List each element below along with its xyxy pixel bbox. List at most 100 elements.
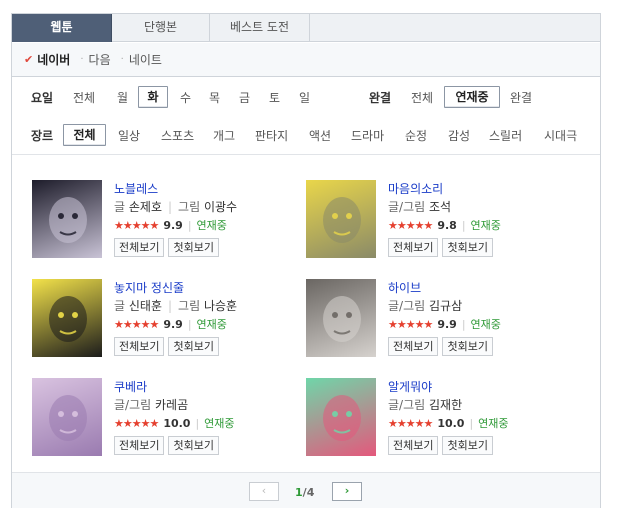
genre-emotional[interactable]: 감성	[448, 127, 470, 144]
divider: |	[461, 218, 466, 232]
chevron-right-icon: ›	[344, 484, 350, 497]
comic-title-link[interactable]: 노블레스	[114, 180, 158, 197]
completion-filter-label: 완결	[369, 90, 392, 105]
tab-best-challenge[interactable]: 베스트 도전	[210, 14, 310, 42]
view-all-button[interactable]: 전체보기	[114, 436, 165, 455]
rating-score: 10.0	[163, 416, 191, 430]
divider: |	[168, 299, 173, 313]
tab-book[interactable]: 단행본	[112, 14, 210, 42]
genre-daily[interactable]: 일상	[118, 127, 140, 144]
view-all-button[interactable]: 전체보기	[388, 436, 439, 455]
writer-label: 글/그림	[388, 398, 426, 412]
genre-all[interactable]: 전체	[63, 124, 106, 146]
writer-label: 글	[114, 200, 126, 214]
comic-title-link[interactable]: 하이브	[388, 279, 421, 296]
genre-drama[interactable]: 드라마	[351, 127, 384, 144]
comic-card: 하이브 글/그림 김규삼 ★★★★★ 9.9 | 연재중 전체보기 첫회보기	[306, 279, 576, 365]
comic-title-link[interactable]: 알게뭐야	[388, 378, 432, 395]
comic-credits: 글/그림 조석	[388, 198, 451, 215]
day-filter-label: 요일	[31, 90, 54, 105]
bullet-icon: ·	[120, 54, 124, 65]
total-pages: 4	[306, 486, 315, 499]
genre-historical[interactable]: 시대극	[544, 127, 577, 144]
genre-gag[interactable]: 개그	[213, 127, 235, 144]
status-badge: 연재중	[196, 219, 227, 232]
star-rating-icon: ★★★★★	[114, 416, 159, 430]
thumbnail-art	[323, 197, 361, 243]
hive-thumbnail[interactable]	[306, 279, 376, 357]
day-tue[interactable]: 화	[138, 86, 168, 108]
comic-card: 쿠베라 글/그림 카레곰 ★★★★★ 10.0 | 연재중 전체보기 첫회보기	[32, 378, 302, 464]
portal-nate[interactable]: 네이트	[129, 51, 162, 68]
day-wed[interactable]: 수	[180, 89, 191, 106]
comic-card: 놓지마 정신줄 글 신태훈 | 그림 나승훈 ★★★★★ 9.9 | 연재중 전체보기 첫회보기	[32, 279, 302, 365]
day-mon[interactable]: 월	[117, 89, 128, 106]
comic-title-link[interactable]: 놓지마 정신줄	[114, 279, 184, 296]
day-fri[interactable]: 금	[239, 89, 250, 106]
genre-romance[interactable]: 순정	[405, 127, 427, 144]
writer-name: 카레곰	[155, 398, 189, 412]
divider: |	[187, 218, 192, 232]
first-episode-button[interactable]: 첫회보기	[168, 436, 219, 455]
thumbnail-art	[323, 296, 361, 342]
genre-thriller[interactable]: 스릴러	[489, 127, 522, 144]
divider: |	[168, 200, 173, 214]
completion-ongoing[interactable]: 연재중	[444, 86, 500, 108]
algemwoya-thumbnail[interactable]	[306, 378, 376, 456]
artist-label: 그림	[178, 299, 201, 313]
completion-finished[interactable]: 완결	[510, 89, 532, 106]
status-badge: 연재중	[204, 417, 235, 430]
genre-filter-label: 장르	[31, 128, 54, 143]
star-rating-icon: ★★★★★	[114, 317, 159, 331]
noblesse-thumbnail[interactable]	[32, 180, 102, 258]
day-thu[interactable]: 목	[209, 89, 220, 106]
view-all-button[interactable]: 전체보기	[388, 238, 439, 257]
portal-daum[interactable]: 다음	[89, 51, 111, 68]
comic-title-link[interactable]: 마음의소리	[388, 180, 443, 197]
portal-naver[interactable]: 네이버	[37, 51, 70, 68]
comic-actions: 전체보기 첫회보기	[114, 436, 219, 455]
completion-all[interactable]: 전체	[411, 89, 433, 106]
kubera-thumbnail[interactable]	[32, 378, 102, 456]
status-badge: 연재중	[470, 219, 501, 232]
comic-rating: ★★★★★ 10.0 | 연재중	[388, 415, 509, 431]
current-page: 1	[295, 486, 303, 499]
prev-page-button[interactable]: ‹	[249, 482, 279, 501]
first-episode-button[interactable]: 첫회보기	[168, 238, 219, 257]
first-episode-button[interactable]: 첫회보기	[168, 337, 219, 356]
maeum-thumbnail[interactable]	[306, 180, 376, 258]
first-episode-button[interactable]: 첫회보기	[442, 337, 493, 356]
comic-title-link[interactable]: 쿠베라	[114, 378, 147, 395]
day-sat[interactable]: 토	[269, 89, 280, 106]
rating-score: 9.9	[163, 218, 183, 232]
jungsinjul-thumbnail[interactable]	[32, 279, 102, 357]
genre-action[interactable]: 액션	[309, 127, 331, 144]
comic-rating: ★★★★★ 9.9 | 연재중	[388, 316, 501, 332]
genre-sports[interactable]: 스포츠	[161, 127, 194, 144]
view-all-button[interactable]: 전체보기	[388, 337, 439, 356]
first-episode-button[interactable]: 첫회보기	[442, 436, 493, 455]
writer-name: 조석	[429, 200, 452, 214]
view-all-button[interactable]: 전체보기	[114, 238, 165, 257]
next-page-button[interactable]: ›	[332, 482, 362, 501]
view-all-button[interactable]: 전체보기	[114, 337, 165, 356]
portal-selector: ✔ 네이버 · 다음 · 네이트	[12, 43, 600, 77]
comic-actions: 전체보기 첫회보기	[114, 337, 219, 356]
bullet-icon: ·	[80, 54, 84, 65]
comic-actions: 전체보기 첫회보기	[388, 337, 493, 356]
first-episode-button[interactable]: 첫회보기	[442, 238, 493, 257]
genre-fantasy[interactable]: 판타지	[255, 127, 288, 144]
writer-label: 글	[114, 299, 126, 313]
star-rating-icon: ★★★★★	[388, 218, 433, 232]
writer-label: 글/그림	[388, 299, 426, 313]
comic-rating: ★★★★★ 9.9 | 연재중	[114, 316, 227, 332]
writer-label: 글/그림	[388, 200, 426, 214]
comic-rating: ★★★★★ 9.9 | 연재중	[114, 217, 227, 233]
webtoon-panel: 웹툰 단행본 베스트 도전 ✔ 네이버 · 다음 · 네이트 요일 전체 월 화…	[11, 13, 601, 508]
tab-webtoon[interactable]: 웹툰	[12, 14, 112, 42]
day-all[interactable]: 전체	[73, 89, 95, 106]
writer-name: 신태훈	[128, 299, 162, 313]
chevron-left-icon: ‹	[261, 484, 267, 497]
day-sun[interactable]: 일	[299, 89, 310, 106]
tab-bar: 웹툰 단행본 베스트 도전	[12, 14, 600, 42]
